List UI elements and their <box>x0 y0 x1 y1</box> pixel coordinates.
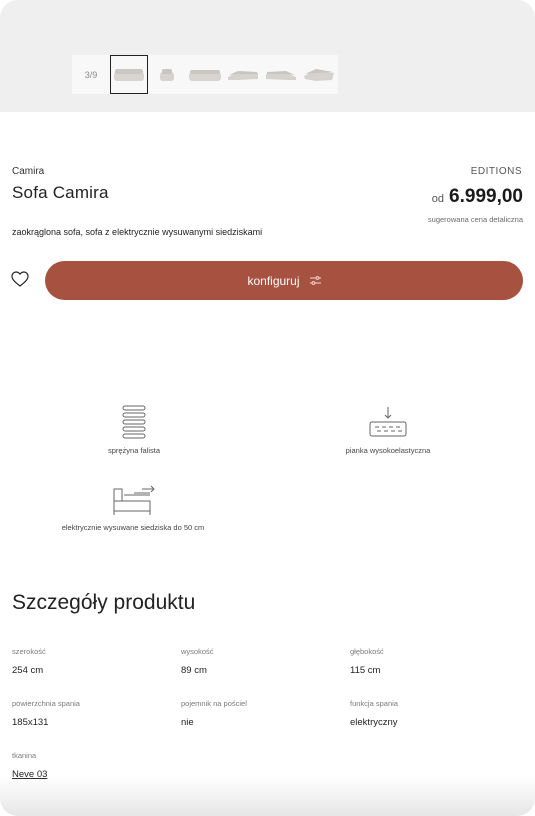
configure-button[interactable]: konfiguruj <box>45 261 523 300</box>
product-brand: Camira <box>12 166 45 177</box>
price-prefix: od <box>431 193 445 205</box>
sliders-icon <box>309 276 321 285</box>
spec-width: szerokość 254 cm <box>12 647 46 676</box>
sofa-thumbnail-6[interactable] <box>300 55 338 94</box>
bottom-fade <box>0 776 535 816</box>
spec-label: tkanina <box>12 751 37 760</box>
spec-label: szerokość <box>12 647 46 656</box>
spec-label: funkcja spania <box>350 699 398 708</box>
wishlist-button[interactable] <box>8 269 32 293</box>
product-page: 3/9 Camira Sofa Camira EDITIONS od 6.999… <box>0 0 535 816</box>
product-price: 6.999,00 <box>449 186 523 207</box>
feature-extending-seat: elektrycznie wysuwane siedziska do 50 cm <box>43 485 223 532</box>
sofa-thumbnail-1[interactable] <box>110 55 148 94</box>
feature-foam: pianka wysokoelastyczna <box>318 406 458 455</box>
collection-label: EDITIONS <box>470 166 522 177</box>
spec-sleeping-area: powierzchnia spania 185x131 <box>12 699 80 728</box>
heart-icon <box>11 270 29 292</box>
spec-bedding-box: pojemnik na pościel nie <box>181 699 247 728</box>
spec-height: wysokość 89 cm <box>181 647 214 676</box>
spec-label: powierzchnia spania <box>12 699 80 708</box>
thumbnail-strip: 3/9 <box>72 55 338 94</box>
spring-icon <box>84 404 184 440</box>
spec-value: 185x131 <box>12 717 49 728</box>
extending-seat-icon <box>43 485 223 517</box>
price-note: sugerowana cena detaliczna <box>427 215 523 224</box>
foam-icon <box>318 406 458 440</box>
spec-value: elektryczny <box>350 717 398 728</box>
sofa-thumbnail-2[interactable] <box>148 55 186 94</box>
feature-label: elektrycznie wysuwane siedziska do 50 cm <box>61 523 205 532</box>
sofa-thumbnail-4[interactable] <box>224 55 262 94</box>
feature-label: sprężyna falista <box>107 446 161 455</box>
spec-label: wysokość <box>181 647 214 656</box>
sofa-thumbnail-3[interactable] <box>186 55 224 94</box>
image-gallery: 3/9 <box>0 0 535 112</box>
spec-label: głębokość <box>350 647 384 656</box>
product-description: zaokrąglona sofa, sofa z elektrycznie wy… <box>12 227 263 237</box>
spec-depth: głębokość 115 cm <box>350 647 384 676</box>
details-title: Szczegóły produktu <box>12 591 196 614</box>
spec-value: 89 cm <box>181 665 207 676</box>
product-title: Sofa Camira <box>12 183 109 202</box>
spec-label: pojemnik na pościel <box>181 699 247 708</box>
spec-value: 254 cm <box>12 665 44 676</box>
gallery-counter: 3/9 <box>84 69 98 80</box>
sofa-thumbnail-5[interactable] <box>262 55 300 94</box>
feature-spring: sprężyna falista <box>84 404 184 455</box>
feature-label: pianka wysokoelastyczna <box>345 446 431 455</box>
configure-label: konfiguruj <box>247 273 300 288</box>
price-row: od 6.999,00 <box>432 186 523 208</box>
spec-sleep-function: funkcja spania elektryczny <box>350 699 398 728</box>
spec-value: nie <box>181 717 194 728</box>
spec-value: 115 cm <box>350 665 381 676</box>
